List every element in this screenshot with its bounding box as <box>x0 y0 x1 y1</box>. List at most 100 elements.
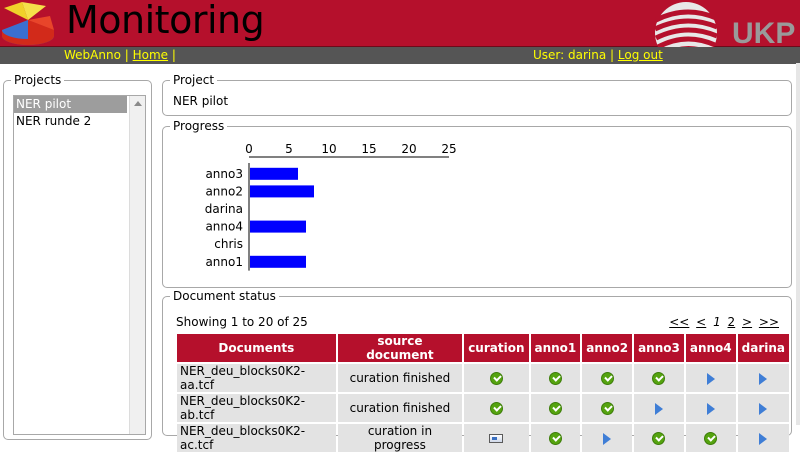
col-anno3[interactable]: anno3 <box>634 334 684 362</box>
table-row: NER_deu_blocks0K2-ab.tcf curation finishe… <box>177 394 789 422</box>
scroll-up-icon[interactable] <box>134 101 142 106</box>
progress-panel: Progress 0 5 10 15 20 25 anno3 anno2 darina anno4… <box>162 119 792 288</box>
category-label: darina <box>205 202 243 216</box>
window-scrollbar[interactable] <box>796 63 800 425</box>
status-cell[interactable] <box>634 364 684 392</box>
app-logo-pie-icon <box>2 2 54 45</box>
status-cell[interactable] <box>530 424 581 452</box>
project-list[interactable]: NER pilot NER runde 2 <box>13 95 146 435</box>
check-icon[interactable] <box>548 372 562 385</box>
status-cell[interactable] <box>582 394 633 422</box>
home-link[interactable]: Home <box>133 48 168 62</box>
play-icon[interactable] <box>603 432 612 445</box>
check-icon[interactable] <box>652 372 666 385</box>
bar-anno2 <box>250 185 314 198</box>
progress-chart: 0 5 10 15 20 25 anno3 anno2 darina anno4 chris anno… <box>205 142 457 271</box>
project-name: NER pilot <box>173 94 229 108</box>
pager-page-1: 1 <box>713 315 721 329</box>
play-icon[interactable] <box>654 402 663 415</box>
check-icon[interactable] <box>548 402 562 415</box>
project-legend: Project <box>170 73 218 87</box>
status-cell[interactable] <box>464 424 529 452</box>
project-item-ner-pilot[interactable]: NER pilot <box>14 96 127 113</box>
pager: << < 1 2 > >> <box>666 315 779 329</box>
check-icon[interactable] <box>489 372 503 385</box>
document-status-panel: Document status Showing 1 to 20 of 25 <<… <box>162 289 792 452</box>
check-icon[interactable] <box>652 432 666 445</box>
status-cell[interactable] <box>737 364 789 392</box>
pager-next[interactable]: > <box>742 315 752 329</box>
x-tick-label: 20 <box>401 142 416 156</box>
col-curation[interactable]: curation <box>464 334 529 362</box>
status-cell[interactable] <box>464 364 529 392</box>
check-icon[interactable] <box>489 402 503 415</box>
bar-anno1 <box>250 255 306 268</box>
user-area: User: darina | Log out <box>533 48 663 62</box>
document-name: NER_deu_blocks0K2-aa.tcf <box>177 364 336 392</box>
source-status: curation finished <box>337 394 463 422</box>
status-cell[interactable] <box>737 394 789 422</box>
col-anno1[interactable]: anno1 <box>530 334 581 362</box>
x-tick-label: 25 <box>441 142 456 156</box>
col-anno2[interactable]: anno2 <box>582 334 633 362</box>
status-cell[interactable] <box>685 424 736 452</box>
play-icon[interactable] <box>706 372 715 385</box>
table-row: NER_deu_blocks0K2-aa.tcf curation finishe… <box>177 364 789 392</box>
play-icon[interactable] <box>706 402 715 415</box>
project-panel: Project NER pilot <box>162 73 792 116</box>
x-tick-label: 0 <box>245 142 253 156</box>
category-label: chris <box>214 237 243 251</box>
page-title: Monitoring <box>66 0 265 42</box>
x-tick-label: 15 <box>361 142 376 156</box>
documents-table: Documents source document curation anno1… <box>175 332 791 454</box>
status-cell[interactable] <box>634 424 684 452</box>
status-cell[interactable] <box>737 424 789 452</box>
status-cell[interactable] <box>530 364 581 392</box>
pager-last[interactable]: >> <box>759 315 779 329</box>
col-anno4[interactable]: anno4 <box>685 334 736 362</box>
x-tick-label: 5 <box>285 142 293 156</box>
play-icon[interactable] <box>759 372 768 385</box>
status-cell[interactable] <box>685 364 736 392</box>
showing-count: Showing 1 to 20 of 25 <box>176 315 308 329</box>
document-name: NER_deu_blocks0K2-ac.tcf <box>177 424 336 452</box>
projects-legend: Projects <box>11 73 65 87</box>
project-item-ner-runde-2[interactable]: NER runde 2 <box>14 113 127 130</box>
nav-bar: WebAnno | Home | User: darina | Log out <box>0 47 800 64</box>
pager-prev[interactable]: < <box>696 315 706 329</box>
pager-first[interactable]: << <box>669 315 689 329</box>
check-icon[interactable] <box>600 402 614 415</box>
projects-panel: Projects NER pilot NER runde 2 <box>3 73 152 440</box>
check-icon[interactable] <box>548 432 562 445</box>
status-cell[interactable] <box>464 394 529 422</box>
table-header-row: Documents source document curation anno1… <box>177 334 789 362</box>
in-progress-icon[interactable] <box>489 434 504 443</box>
check-icon[interactable] <box>600 372 614 385</box>
col-source-document[interactable]: source document <box>337 334 463 362</box>
logout-link[interactable]: Log out <box>618 48 663 62</box>
webanno-label: WebAnno <box>64 48 121 62</box>
play-icon[interactable] <box>759 402 768 415</box>
source-status: curation finished <box>337 364 463 392</box>
status-cell[interactable] <box>530 394 581 422</box>
status-cell[interactable] <box>685 394 736 422</box>
status-cell[interactable] <box>582 424 633 452</box>
pager-page-2[interactable]: 2 <box>728 315 736 329</box>
category-label: anno1 <box>205 255 243 269</box>
check-icon[interactable] <box>704 432 718 445</box>
project-list-scrollbar[interactable] <box>129 96 145 434</box>
table-row: NER_deu_blocks0K2-ac.tcf curation in prog… <box>177 424 789 452</box>
col-darina[interactable]: darina <box>737 334 789 362</box>
x-tick-label: 10 <box>321 142 336 156</box>
category-label: anno2 <box>205 184 243 198</box>
breadcrumb: WebAnno | Home | <box>64 48 176 62</box>
status-cell[interactable] <box>634 394 684 422</box>
status-cell[interactable] <box>582 364 633 392</box>
document-status-legend: Document status <box>170 289 279 303</box>
play-icon[interactable] <box>759 432 768 445</box>
ukp-logo-text: UKP <box>732 17 795 50</box>
col-documents[interactable]: Documents <box>177 334 336 362</box>
bar-anno4 <box>250 220 306 233</box>
category-label: anno4 <box>205 220 243 234</box>
user-label: User: darina <box>533 48 607 62</box>
